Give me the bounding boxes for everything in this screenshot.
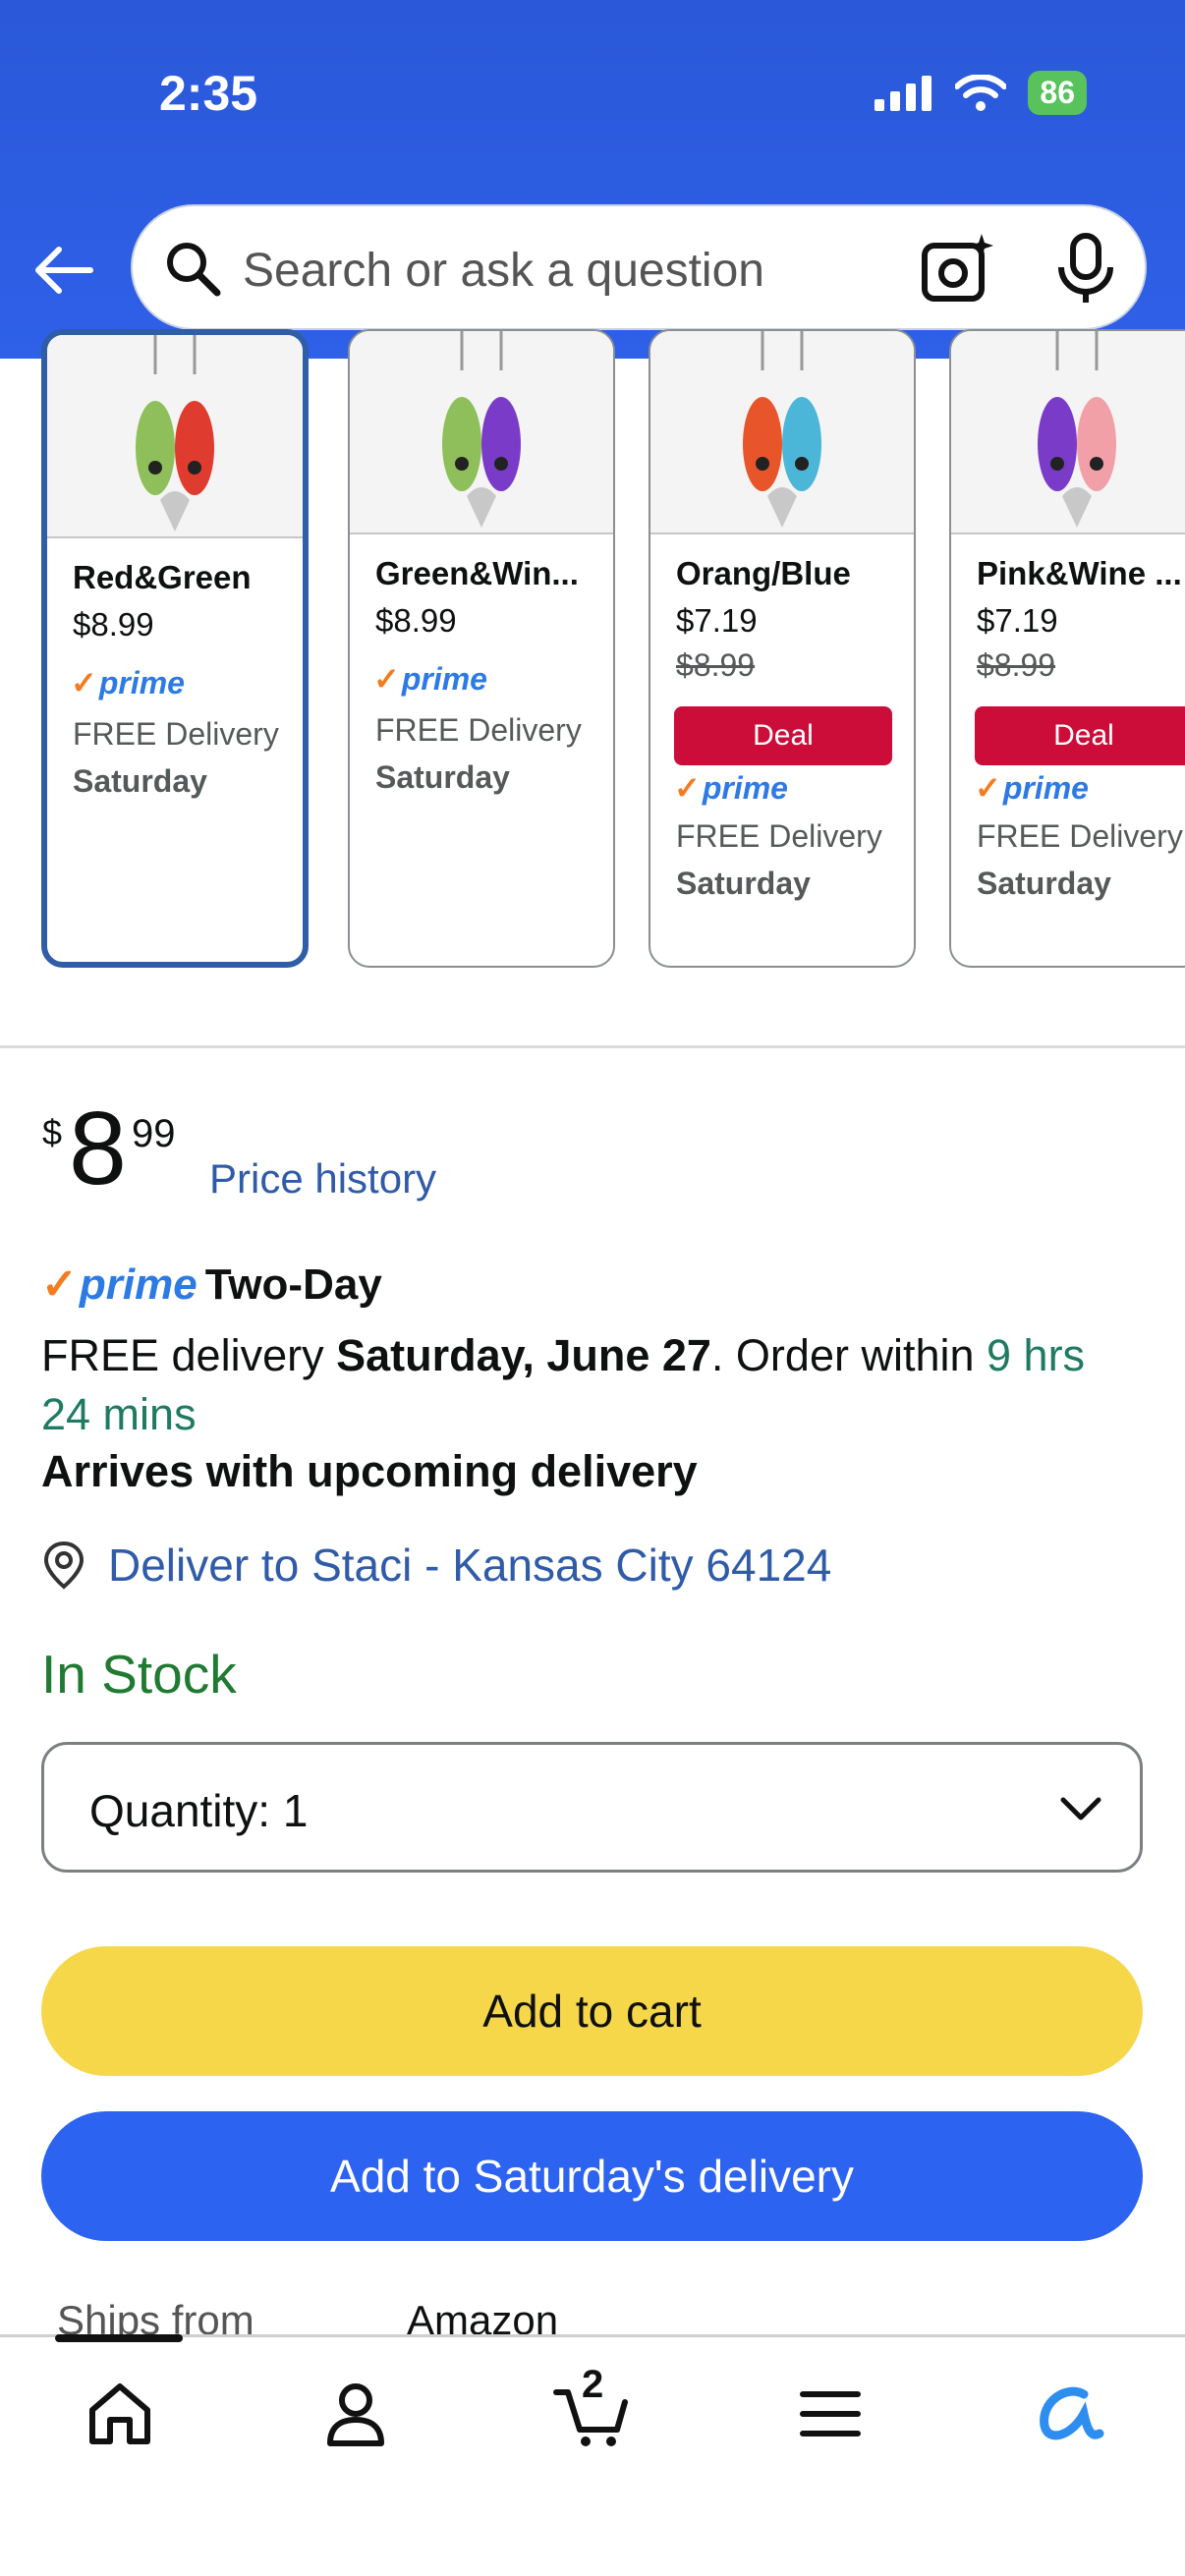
variant-name: Red&Green — [73, 559, 252, 595]
variant-image — [951, 331, 1185, 534]
variant-list-price: $8.99 — [676, 647, 756, 683]
location-pin-icon — [43, 1540, 85, 1590]
variant-price: $8.99 — [73, 606, 154, 643]
signal-icon — [875, 75, 932, 111]
wifi-icon — [955, 74, 1007, 111]
price-currency: $ — [42, 1112, 63, 1152]
variant-delivery: FREE Delivery — [977, 818, 1183, 854]
prime-logo: ✓ prime — [674, 769, 788, 807]
variant-delivery-day: Saturday — [676, 866, 811, 901]
delivery-prefix: FREE delivery — [41, 1330, 337, 1380]
variant-list-price: $8.99 — [977, 647, 1056, 683]
prime-logo: ✓ prime — [373, 660, 487, 698]
search-placeholder: Search or ask a question — [243, 245, 764, 297]
variant-price: $7.19 — [676, 602, 758, 639]
back-arrow-icon[interactable] — [29, 236, 98, 305]
price-whole: 8 — [69, 1091, 127, 1206]
active-tab-indicator — [55, 2334, 183, 2342]
variant-delivery: FREE Delivery — [73, 716, 279, 752]
search-input[interactable]: Search or ask a question — [131, 204, 1147, 330]
price-cents: 99 — [132, 1112, 176, 1155]
bottom-tab-bar: 2 — [0, 2334, 1185, 2576]
stock-status: In Stock — [41, 1644, 237, 1705]
search-icon — [167, 243, 221, 297]
prime-logo: ✓ prime — [71, 664, 185, 701]
variant-card-red-green[interactable]: Red&Green $8.99 ✓ prime FREE Delivery Sat… — [41, 329, 309, 968]
variant-image — [650, 331, 914, 534]
variant-name: Green&Win... — [375, 555, 579, 591]
home-icon[interactable] — [81, 2375, 159, 2453]
menu-icon[interactable] — [791, 2375, 870, 2453]
two-day-label: Two-Day — [204, 1260, 382, 1309]
delivery-date: Saturday, June 27 — [336, 1330, 711, 1380]
variant-delivery: FREE Delivery — [676, 818, 882, 854]
prime-check-icon: ✓ — [41, 1260, 78, 1309]
price-history-link[interactable]: Price history — [209, 1155, 436, 1203]
prime-two-day: ✓ prime Two-Day — [41, 1260, 382, 1310]
quantity-dropdown[interactable]: Quantity: 1 — [41, 1742, 1143, 1873]
deal-badge: Deal — [674, 706, 892, 765]
prime-logo: prime — [79, 1260, 198, 1309]
deal-badge: Deal — [975, 706, 1185, 765]
battery-indicator: 86 — [1028, 71, 1087, 115]
cart-count-badge: 2 — [582, 2363, 604, 2406]
status-time: 2:35 — [159, 66, 258, 121]
deliver-to-link[interactable]: Deliver to Staci - Kansas City 64124 — [108, 1539, 831, 1592]
deliver-to-row[interactable]: Deliver to Staci - Kansas City 64124 — [41, 1539, 831, 1592]
add-to-cart-button[interactable]: Add to cart — [41, 1946, 1143, 2076]
variant-name: Pink&Wine ... — [977, 555, 1182, 591]
section-divider — [0, 1045, 1185, 1048]
delivery-message: FREE delivery Saturday, June 27. Order w… — [41, 1326, 1122, 1444]
microphone-icon[interactable] — [1051, 232, 1120, 307]
variant-delivery-day: Saturday — [375, 759, 510, 795]
variant-price: $8.99 — [375, 602, 457, 639]
variant-card-pink-wine[interactable]: Pink&Wine ... $7.19 $8.99 Deal ✓ prime FR… — [949, 329, 1185, 968]
cart-tab[interactable]: 2 — [552, 2363, 631, 2453]
variant-name: Orang/Blue — [676, 555, 851, 591]
variant-image — [47, 335, 303, 538]
camera-lens-icon[interactable] — [919, 230, 997, 308]
variant-carousel: Red&Green $8.99 ✓ prime FREE Delivery Sat… — [0, 329, 1185, 987]
variant-image — [350, 331, 613, 534]
header: 2:35 86 Search or ask a question — [0, 0, 1185, 359]
status-icons: 86 — [875, 71, 1087, 115]
delivery-middle: . Order within — [710, 1330, 988, 1380]
rufus-ai-icon[interactable] — [1027, 2375, 1105, 2453]
variant-delivery: FREE Delivery — [375, 712, 582, 748]
chevron-down-icon — [1060, 1797, 1101, 1820]
variant-card-orange-blue[interactable]: Orang/Blue $7.19 $8.99 Deal ✓ prime FREE … — [649, 329, 916, 968]
quantity-label: Quantity: 1 — [89, 1785, 309, 1836]
account-icon[interactable] — [316, 2375, 395, 2453]
add-to-delivery-button[interactable]: Add to Saturday's delivery — [41, 2111, 1143, 2241]
prime-logo: ✓ prime — [975, 769, 1089, 807]
variant-delivery-day: Saturday — [73, 763, 207, 799]
quantity-value: 1 — [282, 1785, 309, 1836]
arrives-message: Arrives with upcoming delivery — [41, 1446, 698, 1496]
variant-delivery-day: Saturday — [977, 866, 1111, 901]
variant-card-green-wine[interactable]: Green&Win... $8.99 ✓ prime FREE Delivery … — [348, 329, 615, 968]
variant-price: $7.19 — [977, 602, 1058, 639]
